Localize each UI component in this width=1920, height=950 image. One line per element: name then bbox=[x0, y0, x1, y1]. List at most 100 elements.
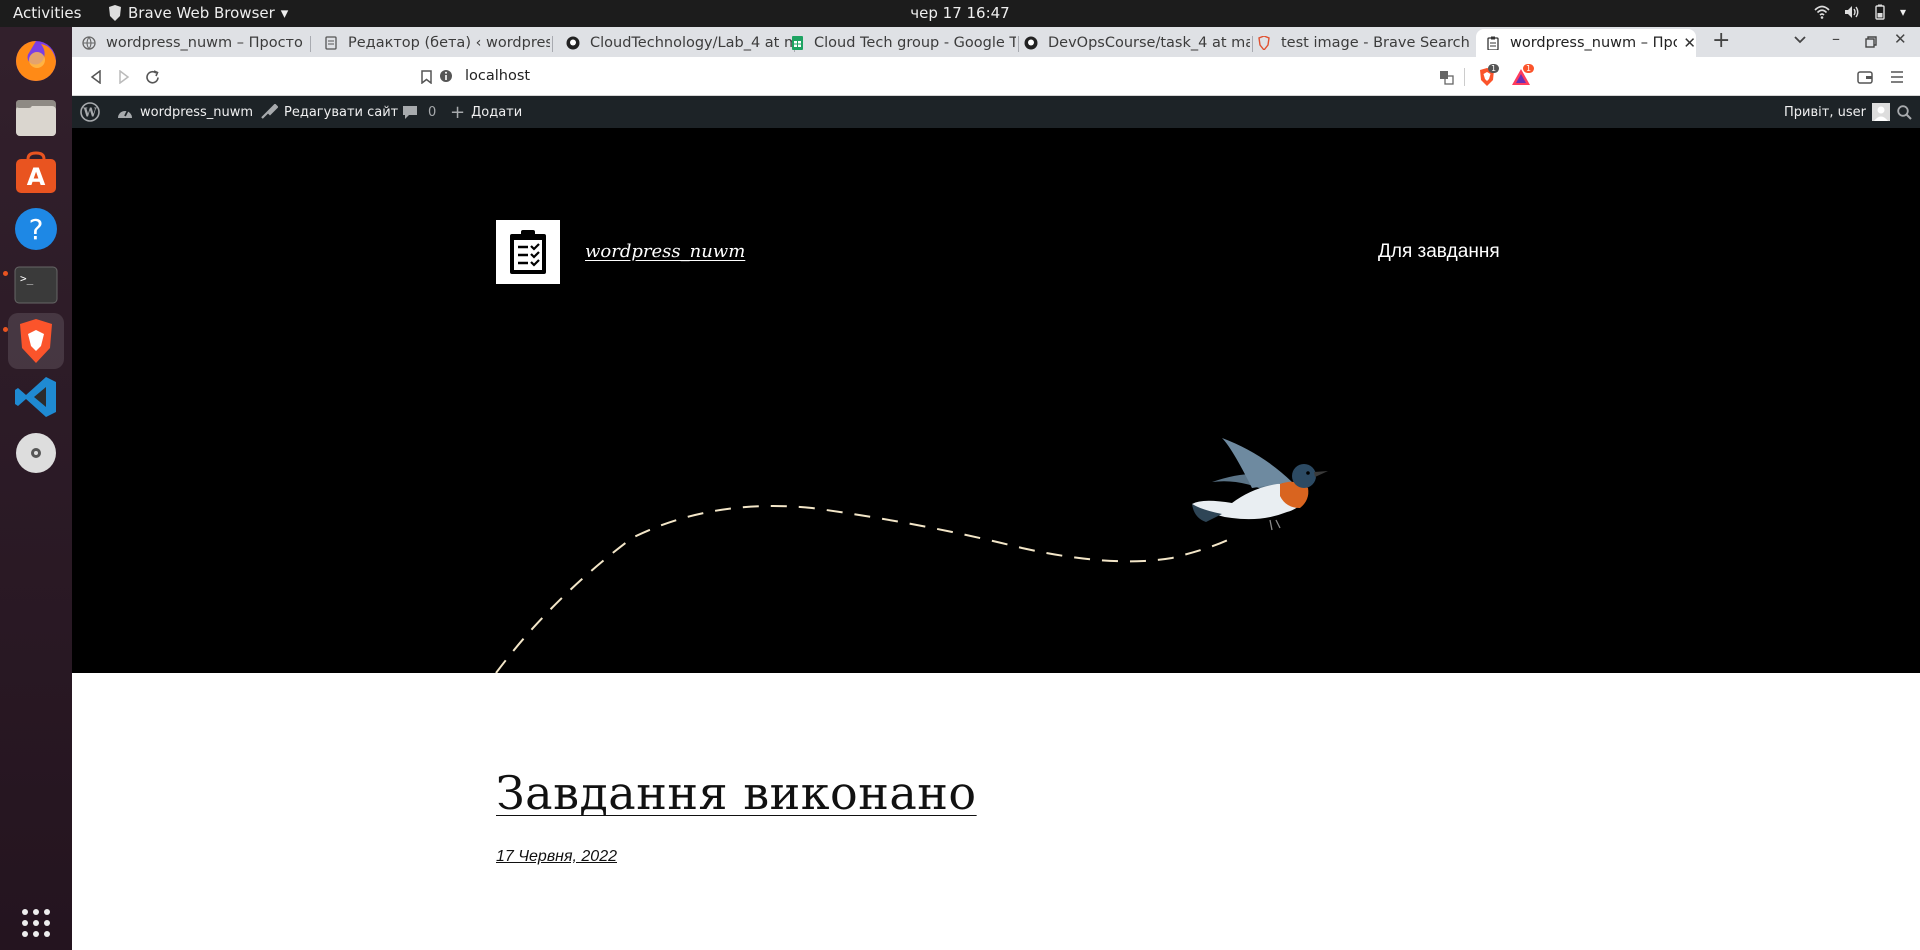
wallet-button[interactable] bbox=[1855, 67, 1875, 87]
wallet-icon bbox=[1857, 71, 1873, 84]
new-tab-button[interactable]: + bbox=[1712, 28, 1730, 53]
tab-github-lab4[interactable]: CloudTechnology/Lab_4 at m bbox=[556, 29, 792, 57]
clipboard-icon bbox=[1486, 36, 1500, 50]
bird-illustration bbox=[1192, 438, 1328, 531]
dock-terminal[interactable]: >_ bbox=[8, 257, 64, 313]
tab-search-button[interactable] bbox=[1794, 32, 1806, 48]
wp-edit-site[interactable]: Редагувати сайт bbox=[260, 96, 398, 128]
dock-help[interactable]: ? bbox=[8, 201, 64, 257]
close-tab-icon[interactable]: ✕ bbox=[1683, 34, 1696, 52]
forward-button[interactable] bbox=[114, 67, 134, 87]
activities-button[interactable]: Activities bbox=[13, 4, 81, 22]
firefox-icon bbox=[16, 41, 56, 81]
dock-disc[interactable] bbox=[8, 425, 64, 481]
back-button[interactable] bbox=[86, 67, 106, 87]
info-icon bbox=[440, 70, 452, 82]
terminal-icon: >_ bbox=[14, 266, 58, 304]
dock: A ? >_ bbox=[0, 27, 72, 950]
grid-icon bbox=[22, 909, 50, 937]
wp-add-new[interactable]: + Додати bbox=[450, 96, 522, 128]
post-date[interactable]: 17 Червня, 2022 bbox=[496, 848, 617, 866]
translate-icon bbox=[1439, 70, 1454, 85]
reload-button[interactable] bbox=[142, 67, 162, 87]
chevron-down-icon: ▾ bbox=[1899, 5, 1906, 19]
chevron-down-icon bbox=[1794, 36, 1806, 44]
globe-icon bbox=[82, 36, 96, 50]
github-icon bbox=[566, 36, 580, 50]
back-icon bbox=[90, 70, 101, 84]
help-icon: ? bbox=[15, 208, 57, 250]
dock-brave[interactable] bbox=[8, 313, 64, 369]
brush-icon bbox=[261, 104, 278, 119]
dock-software[interactable]: A bbox=[8, 145, 64, 201]
translate-button[interactable] bbox=[1436, 67, 1456, 87]
wordpress-logo-icon: W bbox=[80, 102, 100, 122]
post-title[interactable]: Завдання виконано bbox=[496, 766, 977, 820]
tab-wordpress-home[interactable]: wordpress_nuwm – Просто ще bbox=[72, 29, 308, 57]
maximize-button[interactable] bbox=[1865, 33, 1877, 52]
disc-icon bbox=[16, 433, 56, 473]
app-menu-label: Brave Web Browser bbox=[128, 4, 275, 22]
brave-shields-button[interactable]: 1 bbox=[1474, 64, 1500, 87]
bookmark-icon bbox=[420, 70, 432, 84]
svg-text:?: ? bbox=[29, 213, 44, 246]
avatar bbox=[1871, 103, 1890, 121]
tab-brave-search[interactable]: test image - Brave Search bbox=[1247, 29, 1483, 57]
tab-strip: wordpress_nuwm – Просто ще Редактор (бет… bbox=[72, 27, 1920, 57]
clock[interactable]: чер 17 16:47 bbox=[910, 4, 1009, 22]
wp-admin-bar: W wordpress_nuwm Редагувати сайт 0 + Дод… bbox=[72, 96, 1920, 128]
files-icon bbox=[16, 100, 56, 136]
wp-logo-button[interactable]: W bbox=[80, 96, 100, 128]
tab-wordpress-active[interactable]: wordpress_nuwm – Просто ✕ bbox=[1476, 29, 1696, 57]
system-tray[interactable]: ▾ bbox=[1814, 4, 1906, 20]
restore-icon bbox=[1865, 36, 1877, 48]
brave-icon bbox=[109, 5, 121, 21]
minimize-icon: – bbox=[1832, 29, 1840, 48]
brave-rewards-button[interactable]: 1 bbox=[1508, 64, 1535, 87]
site-header-hero: wordpress_nuwm Для завдання bbox=[72, 128, 1920, 673]
tab-google-sheets[interactable]: Cloud Tech group - Google Ta bbox=[780, 29, 1016, 57]
volume-icon bbox=[1844, 6, 1859, 18]
rewards-badge: 1 bbox=[1523, 64, 1535, 73]
tab-github-devops[interactable]: DevOpsCourse/task_4 at ma bbox=[1014, 29, 1250, 57]
brave-search-icon bbox=[1257, 36, 1271, 50]
vscode-icon bbox=[15, 377, 56, 417]
reload-icon bbox=[145, 69, 159, 83]
forward-icon bbox=[119, 70, 130, 84]
svg-text:W: W bbox=[82, 106, 97, 120]
gnome-top-bar: Activities Brave Web Browser ▾ чер 17 16… bbox=[0, 0, 1920, 27]
show-apps-button[interactable] bbox=[8, 895, 64, 950]
bookmark-button[interactable] bbox=[416, 67, 436, 87]
dock-files[interactable] bbox=[8, 89, 64, 145]
plus-icon: + bbox=[450, 101, 466, 123]
wp-site-name[interactable]: wordpress_nuwm bbox=[116, 96, 253, 128]
document-icon bbox=[324, 36, 338, 50]
search-icon bbox=[1897, 104, 1912, 120]
svg-text:A: A bbox=[27, 163, 46, 191]
software-store-icon: A bbox=[16, 151, 56, 193]
wp-search-button[interactable] bbox=[1897, 96, 1912, 128]
chevron-down-icon: ▾ bbox=[280, 4, 289, 22]
app-menu[interactable]: Brave Web Browser ▾ bbox=[108, 4, 288, 22]
hamburger-icon bbox=[1891, 71, 1903, 83]
close-icon: ✕ bbox=[1894, 30, 1907, 48]
wp-my-account[interactable]: Привіт, user bbox=[1784, 96, 1890, 128]
svg-text:>_: >_ bbox=[20, 272, 34, 285]
dock-firefox[interactable] bbox=[8, 33, 64, 89]
shields-badge: 1 bbox=[1488, 64, 1500, 73]
dock-vscode[interactable] bbox=[8, 369, 64, 425]
tab-editor[interactable]: Редактор (бета) ‹ wordpress bbox=[314, 29, 550, 57]
menu-button[interactable] bbox=[1887, 67, 1907, 87]
dashed-flight-path bbox=[495, 505, 1233, 673]
sheets-icon bbox=[790, 36, 804, 50]
browser-toolbar: localhost 1 1 bbox=[72, 57, 1920, 96]
url-text: localhost bbox=[465, 68, 531, 84]
minimize-button[interactable]: – bbox=[1832, 29, 1840, 48]
dashboard-icon bbox=[118, 109, 132, 118]
brave-icon bbox=[20, 319, 52, 363]
close-window-button[interactable]: ✕ bbox=[1894, 30, 1907, 48]
network-icon bbox=[1814, 5, 1830, 19]
battery-icon bbox=[1875, 4, 1885, 20]
site-page: wordpress_nuwm Для завдання Завдання вик… bbox=[72, 128, 1920, 950]
wp-comments[interactable]: 0 bbox=[402, 96, 436, 128]
